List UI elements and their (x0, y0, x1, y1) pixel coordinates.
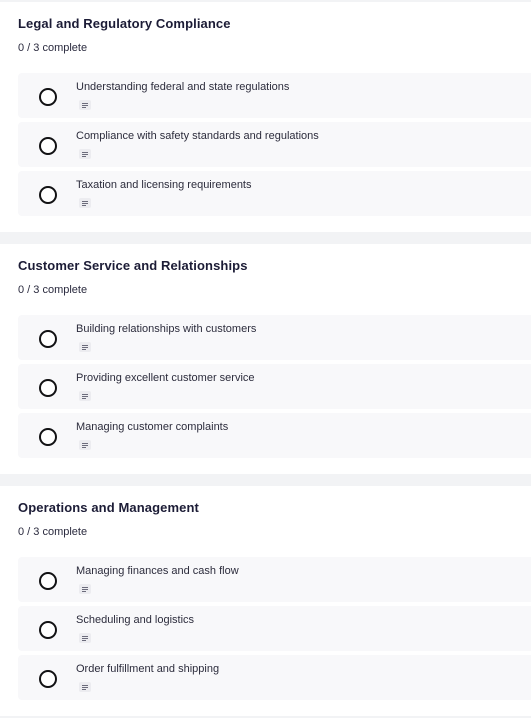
notes-icon[interactable] (79, 440, 91, 450)
section-progress: 0 / 3 complete (18, 284, 88, 296)
checklist-item[interactable]: Scheduling and logistics (18, 606, 531, 651)
section-customer-service: Customer Service and Relationships 0 / 3… (0, 244, 531, 474)
checklist-item[interactable]: Providing excellent customer service (18, 364, 531, 409)
section-progress: 0 / 3 complete (18, 526, 88, 538)
checklist-items: Managing finances and cash flow Scheduli… (18, 557, 531, 700)
checklist-item[interactable]: Taxation and licensing requirements (18, 171, 531, 216)
item-label: Managing finances and cash flow (76, 565, 239, 577)
section-operations-management: Operations and Management 0 / 3 complete… (0, 486, 531, 716)
circle-checkbox-icon[interactable] (39, 186, 57, 204)
item-label: Building relationships with customers (76, 323, 257, 335)
item-label: Compliance with safety standards and reg… (76, 130, 319, 142)
notes-icon[interactable] (79, 682, 91, 692)
section-title: Legal and Regulatory Compliance (18, 16, 231, 31)
item-label: Taxation and licensing requirements (76, 179, 252, 191)
item-label: Order fulfillment and shipping (76, 663, 220, 675)
circle-checkbox-icon[interactable] (39, 330, 57, 348)
notes-icon[interactable] (79, 633, 91, 643)
checklist-items: Building relationships with customers Pr… (18, 315, 531, 458)
checklist-item[interactable]: Order fulfillment and shipping (18, 655, 531, 700)
circle-checkbox-icon[interactable] (39, 379, 57, 397)
item-label: Providing excellent customer service (76, 372, 255, 384)
notes-icon[interactable] (79, 584, 91, 594)
notes-icon[interactable] (79, 342, 91, 352)
checklist-item[interactable]: Managing customer complaints (18, 413, 531, 458)
checklist-item[interactable]: Compliance with safety standards and reg… (18, 122, 531, 167)
section-title: Customer Service and Relationships (18, 258, 248, 273)
checklist-item[interactable]: Building relationships with customers (18, 315, 531, 360)
circle-checkbox-icon[interactable] (39, 621, 57, 639)
checklist-items: Understanding federal and state regulati… (18, 73, 531, 216)
section-legal-compliance: Legal and Regulatory Compliance 0 / 3 co… (0, 2, 531, 232)
circle-checkbox-icon[interactable] (39, 572, 57, 590)
item-label: Scheduling and logistics (76, 614, 195, 626)
circle-checkbox-icon[interactable] (39, 88, 57, 106)
item-label: Managing customer complaints (76, 421, 229, 433)
notes-icon[interactable] (79, 149, 91, 159)
circle-checkbox-icon[interactable] (39, 428, 57, 446)
checklist-item[interactable]: Managing finances and cash flow (18, 557, 531, 602)
checklist-page: Legal and Regulatory Compliance 0 / 3 co… (0, 0, 531, 718)
notes-icon[interactable] (79, 391, 91, 401)
notes-icon[interactable] (79, 100, 91, 110)
circle-checkbox-icon[interactable] (39, 137, 57, 155)
section-title: Operations and Management (18, 500, 199, 515)
checklist-item[interactable]: Understanding federal and state regulati… (18, 73, 531, 118)
item-label: Understanding federal and state regulati… (76, 81, 290, 93)
section-progress: 0 / 3 complete (18, 42, 88, 54)
circle-checkbox-icon[interactable] (39, 670, 57, 688)
notes-icon[interactable] (79, 198, 91, 208)
